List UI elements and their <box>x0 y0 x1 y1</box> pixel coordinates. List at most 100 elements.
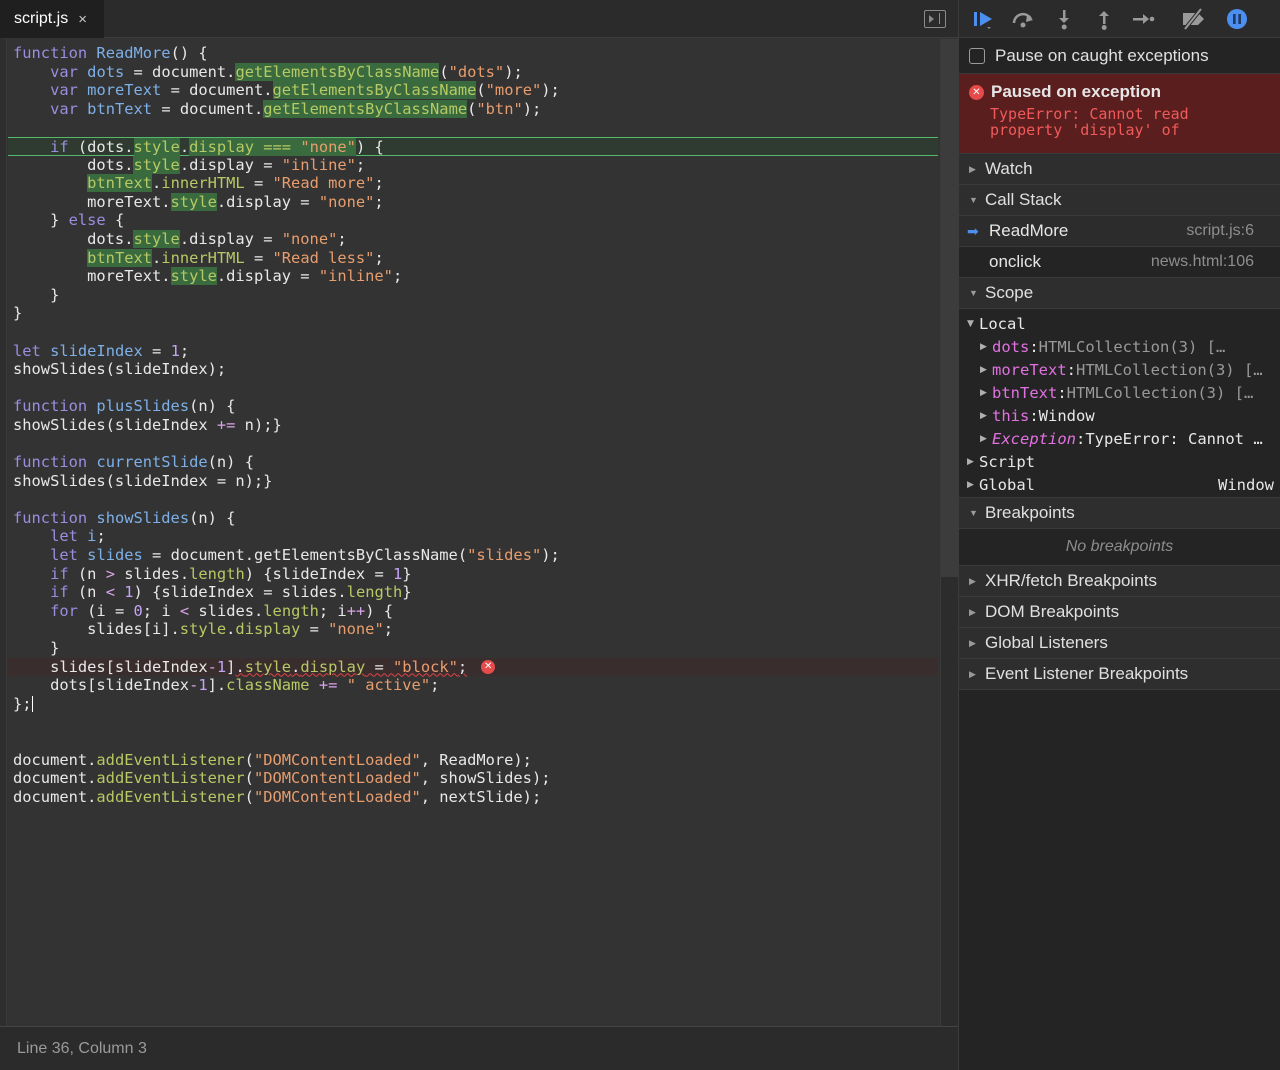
deactivate-breakpoints-icon <box>1183 8 1204 30</box>
call-stack-frame[interactable]: ➡ ReadMore script.js:6 <box>959 216 1280 247</box>
error-icon: ✕ <box>969 84 984 100</box>
step-icon <box>1133 14 1155 24</box>
scope-var-dots[interactable]: ▶ dots: HTMLCollection(3) [… <box>959 336 1280 359</box>
code-line: function plusSlides(n) { <box>13 397 236 416</box>
section-label: Global Listeners <box>985 633 1108 652</box>
code-line: btnText.innerHTML = "Read more"; <box>87 174 384 193</box>
pause-on-exceptions-button[interactable] <box>1223 6 1251 32</box>
line-gutter[interactable] <box>0 39 7 1026</box>
code-editor[interactable]: function ReadMore() { var dots = documen… <box>0 39 940 1026</box>
step-into-icon <box>1059 10 1069 30</box>
chevron-right-icon: ▶ <box>980 388 987 398</box>
step-over-icon <box>1012 12 1033 28</box>
chevron-right-icon: ▶ <box>967 480 974 490</box>
code-line: function currentSlide(n) { <box>13 453 254 472</box>
close-tab-icon[interactable]: × <box>78 11 87 28</box>
chevron-right-icon: ▶ <box>980 411 987 421</box>
scope-var-exception[interactable]: ▶ Exception: TypeError: Cannot … <box>959 428 1280 451</box>
step-button[interactable] <box>1129 6 1157 32</box>
scrollbar-thumb[interactable] <box>941 39 958 577</box>
code-line: dots[slideIndex-1].className += " active… <box>13 676 440 695</box>
section-call-stack[interactable]: ▼ Call Stack <box>959 185 1280 216</box>
scope-tree: ▼ Local ▶ dots: HTMLCollection(3) [… ▶ m… <box>959 309 1280 498</box>
code-line: } <box>13 285 60 304</box>
scope-global[interactable]: ▶ Global Window <box>959 474 1280 497</box>
pause-caught-checkbox[interactable] <box>969 47 985 64</box>
scope-var-moretext[interactable]: ▶ moreText: HTMLCollection(3) [… <box>959 359 1280 382</box>
chevron-right-icon: ▶ <box>969 606 976 617</box>
code-line: btnText.innerHTML = "Read less"; <box>87 248 384 267</box>
chevron-right-icon: ▶ <box>980 434 987 444</box>
chevron-right-icon: ▶ <box>980 342 987 352</box>
code-line: } else { <box>13 211 125 230</box>
paused-execution-line: if (dots.style.display === "none") { <box>8 136 938 156</box>
chevron-right-icon: ▶ <box>969 163 976 174</box>
error-icon[interactable]: ✕ <box>481 660 496 675</box>
code-line: document.addEventListener("DOMContentLoa… <box>13 750 532 769</box>
tab-label: script.js <box>14 10 69 27</box>
code-line: moreText.style.display = "none"; <box>13 192 384 211</box>
code-line: for (i = 0; i < slides.length; i++) { <box>50 601 394 620</box>
code-line: let slideIndex = 1; <box>13 341 190 360</box>
pause-caught-label: Pause on caught exceptions <box>995 45 1209 65</box>
code-line: dots.style.display = "none"; <box>13 229 347 248</box>
chevron-down-icon: ▼ <box>967 319 974 329</box>
section-xhr-breakpoints[interactable]: ▶ XHR/fetch Breakpoints <box>959 566 1280 597</box>
scope-script[interactable]: ▶ Script <box>959 451 1280 474</box>
section-label: Scope <box>985 283 1034 302</box>
section-label: Breakpoints <box>985 503 1075 522</box>
scope-var-btntext[interactable]: ▶ btnText: HTMLCollection(3) [… <box>959 382 1280 405</box>
code-line: showSlides(slideIndex); <box>13 360 227 379</box>
text-caret <box>31 696 33 713</box>
scope-var-this[interactable]: ▶ this: Window <box>959 405 1280 428</box>
frame-location[interactable]: news.html:106 <box>1151 253 1254 271</box>
resume-icon <box>974 12 992 29</box>
code-line: var moreText = document.getElementsByCla… <box>50 81 560 100</box>
section-label: DOM Breakpoints <box>985 602 1120 621</box>
section-label: Event Listener Breakpoints <box>985 664 1189 683</box>
section-scope[interactable]: ▼ Scope <box>959 278 1280 309</box>
code-line: var dots = document.getElementsByClassNa… <box>50 62 523 81</box>
toggle-sidebar-icon[interactable] <box>924 10 946 28</box>
chevron-right-icon: ▶ <box>969 575 976 586</box>
section-event-listener-breakpoints[interactable]: ▶ Event Listener Breakpoints <box>959 659 1280 690</box>
source-code[interactable]: function ReadMore() { var dots = documen… <box>8 44 938 806</box>
file-tab[interactable]: script.js × <box>0 0 104 38</box>
code-line: showSlides(slideIndex = n);} <box>13 471 273 490</box>
resume-button[interactable] <box>969 6 997 32</box>
scope-local[interactable]: ▼ Local <box>959 313 1280 336</box>
section-dom-breakpoints[interactable]: ▶ DOM Breakpoints <box>959 597 1280 628</box>
code-line: if (n < 1) {slideIndex = slides.length} <box>50 583 412 602</box>
call-stack-frame[interactable]: onclick news.html:106 <box>959 247 1280 278</box>
code-line: function ReadMore() { <box>13 44 208 62</box>
code-line: document.addEventListener("DOMContentLoa… <box>13 787 542 806</box>
section-watch[interactable]: ▶ Watch <box>959 154 1280 185</box>
exception-banner: ✕ Paused on exception TypeError: Cannot … <box>959 74 1280 154</box>
code-line: if (n > slides.length) {slideIndex = 1} <box>50 564 412 583</box>
code-line: function showSlides(n) { <box>13 508 236 527</box>
code-line: let i; <box>50 527 106 546</box>
step-into-button[interactable] <box>1050 6 1078 32</box>
deactivate-breakpoints-button[interactable] <box>1179 6 1207 32</box>
step-over-button[interactable] <box>1009 6 1037 32</box>
vertical-scrollbar[interactable] <box>940 39 958 1026</box>
chevron-right-icon: ▶ <box>969 668 976 679</box>
section-breakpoints[interactable]: ▼ Breakpoints <box>959 498 1280 529</box>
code-line: moreText.style.display = "inline"; <box>13 267 403 286</box>
chevron-right-icon: ▶ <box>980 365 987 375</box>
section-global-listeners[interactable]: ▶ Global Listeners <box>959 628 1280 659</box>
pause-on-caught-exceptions[interactable]: Pause on caught exceptions <box>959 38 1280 74</box>
code-line: let slides = document.getElementsByClass… <box>50 546 560 565</box>
frame-location[interactable]: script.js:6 <box>1186 222 1254 240</box>
debugger-sidebar: Pause on caught exceptions ✕ Paused on e… <box>958 0 1280 1070</box>
code-line: } <box>13 304 23 323</box>
chevron-down-icon: ▼ <box>969 195 978 205</box>
exception-message[interactable]: TypeError: Cannot read property 'display… <box>990 106 1250 138</box>
code-line: var btnText = document.getElementsByClas… <box>50 99 542 118</box>
step-out-icon <box>1099 11 1109 30</box>
chevron-right-icon: ▶ <box>969 637 976 648</box>
step-out-button[interactable] <box>1090 6 1118 32</box>
